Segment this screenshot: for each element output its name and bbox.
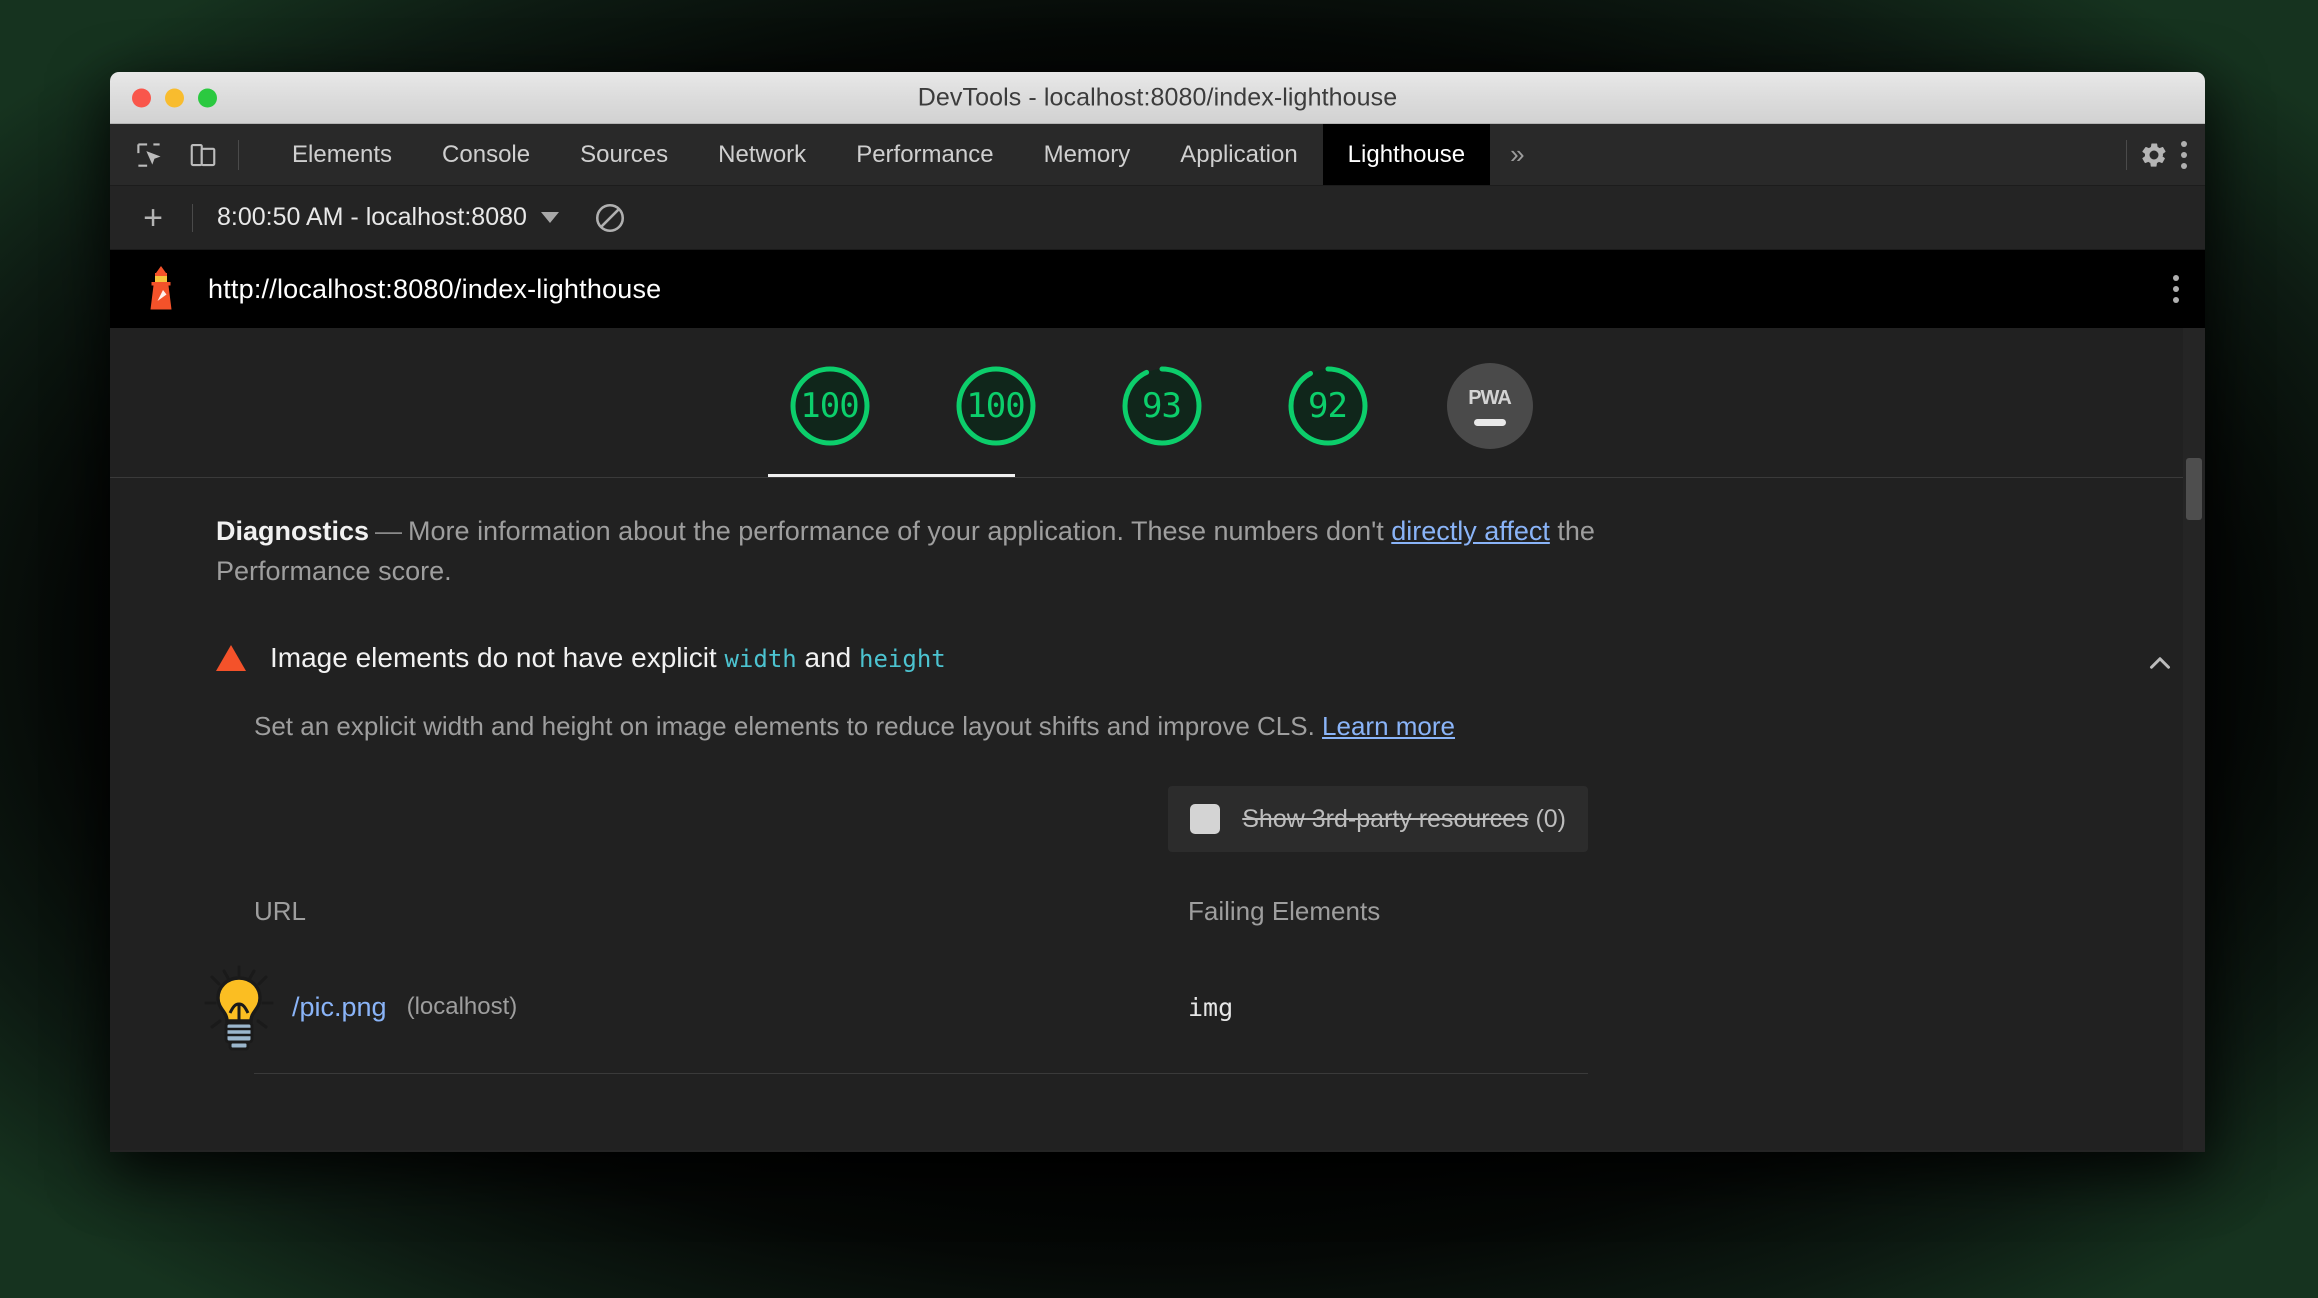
gauge-performance[interactable]: 100 bbox=[783, 359, 877, 453]
diagnostics-text-before: More information about the performance o… bbox=[408, 516, 1392, 546]
report-url-header: http://localhost:8080/index-lighthouse bbox=[110, 250, 2205, 328]
devtools-window: DevTools - localhost:8080/index-lighthou… bbox=[110, 72, 2205, 1152]
audit-title-part1: Image elements do not have explicit bbox=[270, 641, 725, 673]
diagnostics-paragraph: Diagnostics — More information about the p… bbox=[216, 512, 1636, 592]
gauge-seo[interactable]: 92 bbox=[1281, 359, 1375, 453]
tab-lighthouse[interactable]: Lighthouse bbox=[1322, 124, 1491, 185]
warning-triangle-icon bbox=[216, 644, 246, 671]
tab-elements[interactable]: Elements bbox=[267, 124, 417, 185]
third-party-label: Show 3rd-party resources (0) bbox=[1242, 805, 1566, 834]
pwa-dash-icon bbox=[1473, 418, 1506, 426]
lighthouse-toolbar: + 8:00:50 AM - localhost:8080 bbox=[110, 186, 2205, 250]
chevron-up-icon[interactable] bbox=[2143, 646, 2177, 680]
audit-description-text: Set an explicit width and height on imag… bbox=[254, 710, 1323, 741]
tab-application[interactable]: Application bbox=[1155, 124, 1322, 185]
table-cell-url: /pic.png (localhost) bbox=[204, 961, 1188, 1053]
tab-bar-left-icons bbox=[110, 124, 253, 185]
window-title: DevTools - localhost:8080/index-lighthou… bbox=[917, 83, 1398, 111]
show-3rd-party-checkbox[interactable] bbox=[1190, 804, 1221, 835]
lighthouse-report-body: 100 100 93 92 PWA Diagnostics — More inf… bbox=[110, 328, 2205, 1150]
gauge-seo-value: 92 bbox=[1308, 386, 1348, 426]
third-party-label-text: Show 3rd-party resources bbox=[1242, 804, 1529, 833]
new-report-button[interactable]: + bbox=[130, 195, 176, 241]
lighthouse-toolbar-divider bbox=[192, 203, 193, 232]
gauges-bottom-rule bbox=[110, 477, 2183, 478]
report-content: Diagnostics — More information about the p… bbox=[110, 478, 2205, 1075]
table-cell-url-host: (localhost) bbox=[406, 993, 518, 1021]
report-run-label: 8:00:50 AM - localhost:8080 bbox=[217, 203, 527, 231]
diagnostics-dash: — bbox=[375, 516, 403, 546]
screenshot-root: DevTools - localhost:8080/index-lighthou… bbox=[0, 0, 2318, 1298]
table-header-row: URL Failing Elements bbox=[254, 886, 1588, 945]
tab-console[interactable]: Console bbox=[417, 124, 555, 185]
third-party-box[interactable]: Show 3rd-party resources (0) bbox=[1168, 786, 1588, 853]
diagnostics-title: Diagnostics bbox=[216, 516, 370, 546]
audit-code-height: height bbox=[859, 644, 946, 673]
chevron-down-icon bbox=[540, 212, 559, 223]
kebab-menu-icon[interactable] bbox=[2181, 140, 2187, 169]
clear-all-icon[interactable] bbox=[593, 201, 627, 235]
tab-network[interactable]: Network bbox=[693, 124, 831, 185]
score-gauges-strip: 100 100 93 92 PWA bbox=[110, 328, 2205, 478]
third-party-count: (0) bbox=[1535, 804, 1566, 833]
devtools-tab-bar: Elements Console Sources Network Perform… bbox=[110, 124, 2205, 186]
gauge-best-practices[interactable]: 93 bbox=[1115, 359, 1209, 453]
audit-description: Set an explicit width and height on imag… bbox=[254, 708, 2055, 744]
gauge-performance-value: 100 bbox=[800, 386, 859, 426]
window-title-bar: DevTools - localhost:8080/index-lighthou… bbox=[110, 72, 2205, 124]
inspect-element-icon[interactable] bbox=[130, 136, 168, 174]
tab-memory[interactable]: Memory bbox=[1019, 124, 1156, 185]
table-cell-failing-element: img bbox=[1188, 992, 1234, 1022]
table-cell-url-link[interactable]: /pic.png bbox=[292, 992, 387, 1023]
gear-icon[interactable] bbox=[2135, 136, 2173, 174]
tab-bar-right-icons bbox=[2126, 124, 2205, 185]
report-kebab-menu-icon[interactable] bbox=[2173, 275, 2179, 303]
gauge-accessibility[interactable]: 100 bbox=[949, 359, 1043, 453]
gauge-best-practices-value: 93 bbox=[1142, 386, 1182, 426]
toolbar-divider-right bbox=[2126, 139, 2127, 170]
lightbulb-icon bbox=[202, 961, 278, 1053]
toolbar-divider bbox=[238, 139, 239, 170]
lighthouse-logo-icon bbox=[138, 264, 184, 314]
device-toolbar-icon[interactable] bbox=[184, 136, 222, 174]
table-row: /pic.png (localhost) img bbox=[204, 945, 1588, 1073]
more-tabs-button[interactable]: » bbox=[1490, 124, 1544, 185]
audit-title-part2: and bbox=[796, 641, 860, 673]
audit-item-image-size: Image elements do not have explicit widt… bbox=[204, 642, 2205, 1075]
gauge-accessibility-value: 100 bbox=[966, 386, 1025, 426]
directly-affect-link[interactable]: directly affect bbox=[1391, 516, 1550, 546]
audit-code-width: width bbox=[724, 644, 797, 673]
learn-more-link[interactable]: Learn more bbox=[1322, 711, 1455, 741]
report-run-dropdown[interactable]: 8:00:50 AM - localhost:8080 bbox=[209, 199, 567, 236]
audit-title: Image elements do not have explicit widt… bbox=[270, 642, 946, 674]
column-header-failing-elements: Failing Elements bbox=[1188, 896, 1381, 927]
tab-performance[interactable]: Performance bbox=[831, 124, 1018, 185]
report-url: http://localhost:8080/index-lighthouse bbox=[208, 273, 662, 304]
pwa-badge[interactable]: PWA bbox=[1446, 363, 1533, 449]
third-party-filter: Show 3rd-party resources (0) bbox=[254, 786, 1588, 853]
table-bottom-rule bbox=[254, 1073, 1588, 1075]
panel-tabs: Elements Console Sources Network Perform… bbox=[267, 124, 1545, 185]
column-header-url: URL bbox=[254, 896, 307, 927]
audit-header[interactable]: Image elements do not have explicit widt… bbox=[216, 642, 2055, 674]
tab-sources[interactable]: Sources bbox=[555, 124, 693, 185]
audit-results-table: URL Failing Elements /pic.png (localhost… bbox=[204, 886, 1588, 1073]
pwa-label: PWA bbox=[1468, 386, 1512, 409]
